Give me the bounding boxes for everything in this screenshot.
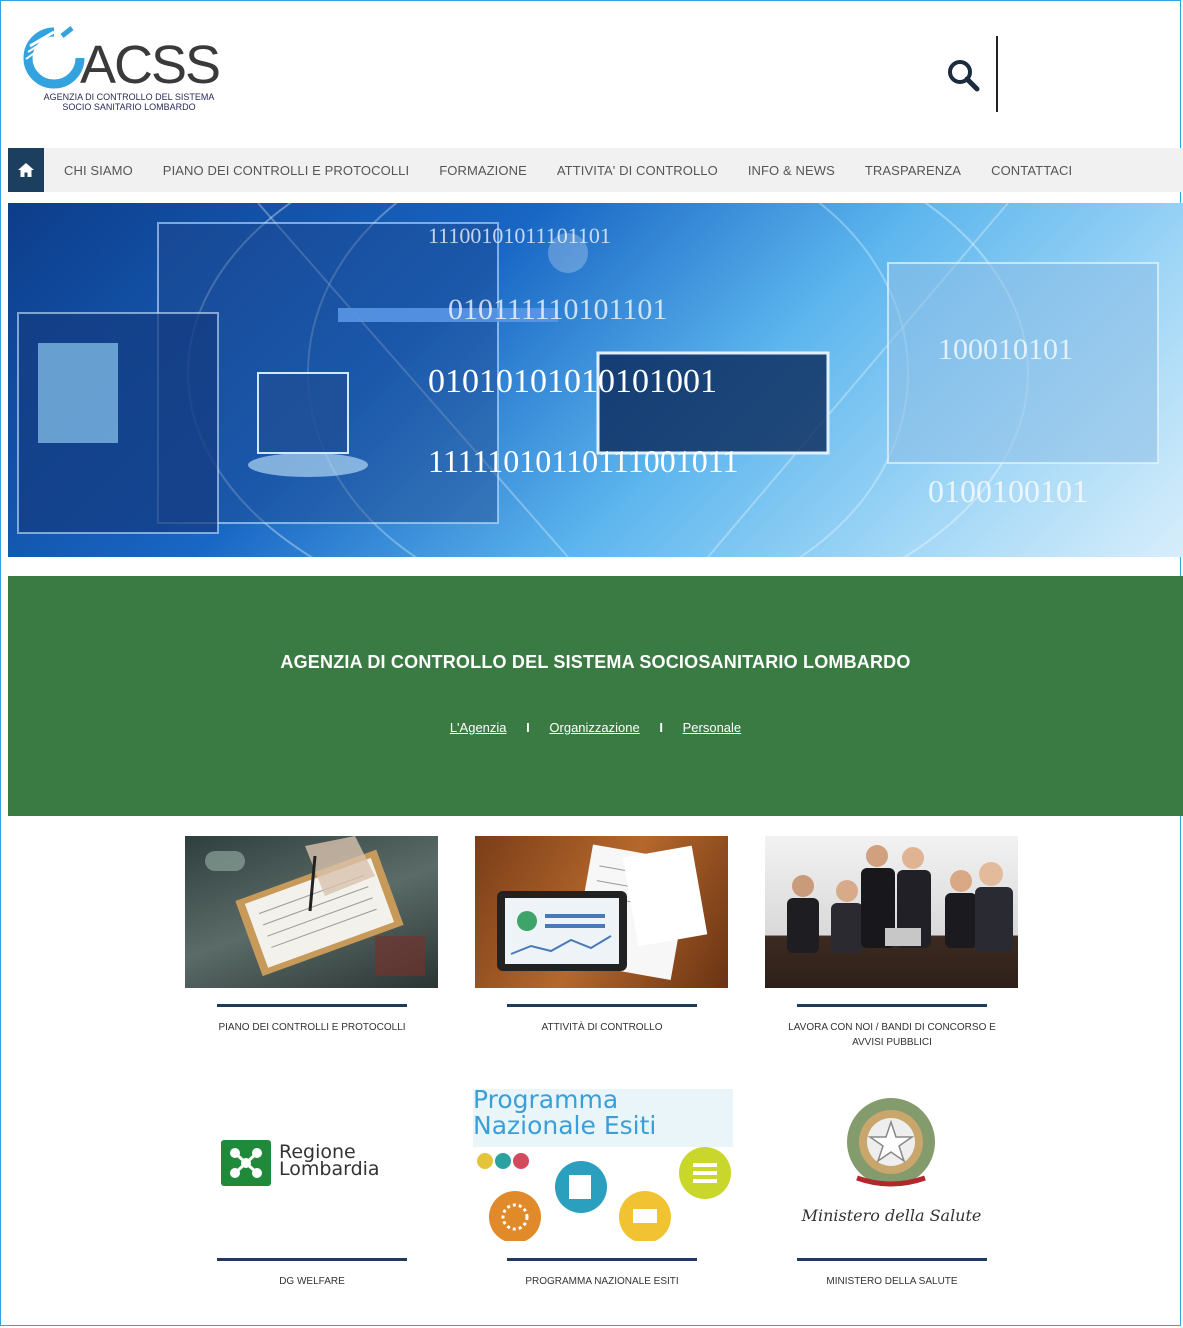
card-dg-welfare[interactable]: Regione Lombardia <box>185 1090 438 1242</box>
card-image-document-signing <box>185 836 438 988</box>
hero-binary-text: 11111010110111001011 <box>428 443 739 479</box>
logo-subtitle-line-1: AGENZIA DI CONTROLLO DEL SISTEMA <box>43 92 215 102</box>
main-nav: CHI SIAMO PIANO DEI CONTROLLI E PROTOCOL… <box>8 148 1183 192</box>
card-piano-controlli[interactable] <box>185 836 438 988</box>
card-label-programma-nazionale-esiti[interactable]: PROGRAMMA NAZIONALE ESITI <box>485 1274 719 1289</box>
logo-subtitle: AGENZIA DI CONTROLLO DEL SISTEMA SOCIO S… <box>14 92 244 112</box>
tablet-image <box>497 844 708 980</box>
link-personale[interactable]: Personale <box>683 720 742 735</box>
card-underline <box>507 1004 697 1007</box>
nav-item-attivita-controllo[interactable]: ATTIVITA' DI CONTROLLO <box>557 163 718 178</box>
nav-item-formazione[interactable]: FORMAZIONE <box>439 163 527 178</box>
card-image-pne: Programma Nazionale Esiti <box>473 1089 733 1241</box>
nav-home-button[interactable] <box>8 148 44 192</box>
agency-band: AGENZIA DI CONTROLLO DEL SISTEMA SOCIOSA… <box>8 576 1183 816</box>
link-agenzia[interactable]: L'Agenzia <box>450 720 507 735</box>
agency-title: AGENZIA DI CONTROLLO DEL SISTEMA SOCIOSA… <box>280 652 911 672</box>
hero-binary-text: 010111110101101 <box>448 293 668 326</box>
pne-line-2: Nazionale Esiti <box>473 1111 657 1140</box>
ministero-wordmark: Ministero della Salute <box>801 1206 982 1225</box>
card-underline <box>217 1004 407 1007</box>
link-organizzazione[interactable]: Organizzazione <box>549 720 639 735</box>
nav-item-info-news[interactable]: INFO & NEWS <box>748 163 835 178</box>
search-button[interactable] <box>944 56 984 96</box>
card-label-piano-controlli[interactable]: PIANO DEI CONTROLLI E PROTOCOLLI <box>195 1020 429 1035</box>
card-label-ministero-salute[interactable]: MINISTERO DELLA SALUTE <box>775 1274 1009 1289</box>
card-label-attivita-controllo[interactable]: ATTIVITÀ DI CONTROLLO <box>485 1020 719 1035</box>
logo-wordmark: ACSS <box>80 35 221 95</box>
link-separator: I <box>659 720 663 735</box>
card-label-dg-welfare[interactable]: DG WELFARE <box>195 1274 429 1289</box>
hero-binary-text: 0100100101 <box>928 473 1088 509</box>
header-divider <box>996 36 998 112</box>
rosa-camuna-icon <box>230 1148 262 1178</box>
card-image-regione-lombardia: Regione Lombardia <box>185 1090 438 1242</box>
hero-binary-text: 11100101011101101 <box>428 223 611 248</box>
card-image-tablet-reports <box>475 836 728 988</box>
emblema-repubblica-icon <box>847 1098 935 1187</box>
hero-binary-text: 100010101 <box>938 333 1073 366</box>
card-underline <box>217 1258 407 1261</box>
card-lavora-con-noi[interactable] <box>765 836 1018 988</box>
search-icon <box>948 60 980 92</box>
card-underline <box>797 1004 987 1007</box>
hero-banner-image: 11100101011101101 010111110101101 010101… <box>8 203 1183 557</box>
card-image-business-meeting <box>765 836 1018 988</box>
nav-item-piano-controlli[interactable]: PIANO DEI CONTROLLI E PROTOCOLLI <box>163 163 409 178</box>
pne-line-1: Programma <box>473 1089 619 1114</box>
card-ministero-salute[interactable]: Ministero della Salute <box>765 1090 1018 1242</box>
pne-icons <box>477 1147 731 1241</box>
logo-subtitle-line-2: SOCIO SANITARIO LOMBARDO <box>62 102 196 112</box>
card-underline <box>797 1258 987 1261</box>
site-header: ACSS AGENZIA DI CONTROLLO DEL SISTEMA SO… <box>8 0 1183 148</box>
home-icon <box>18 163 34 177</box>
clipboard-image <box>205 836 425 977</box>
meeting-image <box>787 845 1013 953</box>
pne-wordmark: Programma Nazionale Esiti <box>473 1089 656 1139</box>
nav-item-trasparenza[interactable]: TRASPARENZA <box>865 163 961 178</box>
card-underline <box>507 1258 697 1261</box>
card-attivita-controllo[interactable] <box>475 836 728 988</box>
lombardia-line: Lombardia <box>279 1158 380 1180</box>
hero-binary-text: 01010101010101001 <box>428 363 717 400</box>
card-label-lavora-con-noi[interactable]: LAVORA CON NOI / BANDI DI CONCORSO E AVV… <box>775 1020 1009 1050</box>
page: ACSS AGENZIA DI CONTROLLO DEL SISTEMA SO… <box>8 0 1183 1328</box>
agency-links: L'Agenzia I Organizzazione I Personale <box>8 720 1183 735</box>
regione-lombardia-wordmark: Regione Lombardia <box>279 1143 380 1180</box>
nav-item-chi-siamo[interactable]: CHI SIAMO <box>64 163 133 178</box>
card-programma-nazionale-esiti[interactable]: Programma Nazionale Esiti <box>473 1089 733 1241</box>
nav-item-contattaci[interactable]: CONTATTACI <box>991 163 1072 178</box>
regione-lombardia-logo-mark <box>221 1140 271 1186</box>
link-separator: I <box>526 720 530 735</box>
card-image-ministero-salute: Ministero della Salute <box>765 1090 1018 1242</box>
acss-logo[interactable]: ACSS AGENZIA DI CONTROLLO DEL SISTEMA SO… <box>14 26 244 122</box>
